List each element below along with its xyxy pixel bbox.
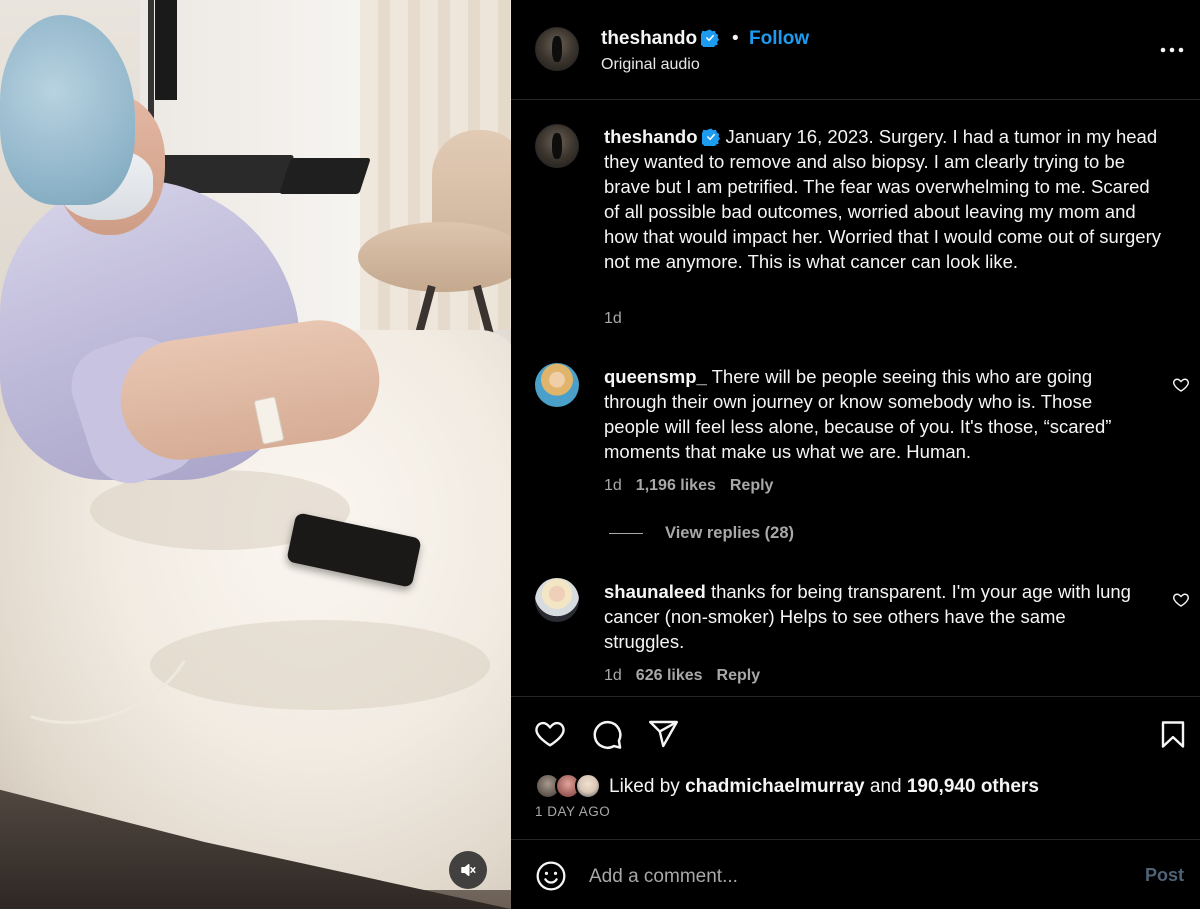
post-timestamp[interactable]: 1 DAY AGO	[535, 804, 610, 819]
commenter-username[interactable]: shaunaleed	[604, 581, 706, 602]
comment-likes[interactable]: 1,196 likes	[636, 477, 716, 494]
media-mouse-tray	[279, 158, 371, 194]
post-caption: theshando January 16, 2023. Surgery. I ha…	[511, 120, 1200, 340]
view-replies-button[interactable]: View replies (28)	[609, 524, 794, 543]
post-side-panel: theshando • Follow Original audio thesha…	[511, 0, 1200, 909]
caption-age[interactable]: 1d	[604, 310, 622, 327]
likes-prefix: Liked by	[609, 776, 680, 797]
save-icon[interactable]	[1157, 718, 1189, 751]
heart-icon[interactable]	[533, 718, 567, 750]
more-options-icon[interactable]	[1157, 40, 1187, 60]
commenter-avatar[interactable]	[535, 578, 579, 622]
likes-featured-user[interactable]: chadmichaelmurray	[685, 776, 865, 797]
caption-username[interactable]: theshando	[604, 126, 698, 147]
comment-body: queensmp_ There will be people seeing th…	[604, 364, 1149, 464]
media-surgical-cap	[0, 15, 135, 205]
post-header: theshando • Follow Original audio	[511, 0, 1200, 100]
audio-link[interactable]: Original audio	[601, 56, 700, 74]
reply-button[interactable]: Reply	[717, 667, 761, 684]
share-icon[interactable]	[647, 718, 680, 750]
follow-button[interactable]: Follow	[749, 28, 809, 50]
comment-age[interactable]: 1d	[604, 477, 622, 494]
caption-meta: 1d	[604, 310, 636, 328]
mute-icon	[461, 864, 476, 876]
media-bed-fold	[150, 620, 490, 710]
caption-body: theshando January 16, 2023. Surgery. I ha…	[604, 124, 1164, 274]
comment-input[interactable]	[589, 862, 1109, 892]
verified-badge-icon	[701, 128, 720, 146]
verified-badge-icon	[701, 29, 720, 47]
comment-item: queensmp_ There will be people seeing th…	[511, 360, 1200, 500]
author-username-text[interactable]: theshando	[601, 28, 697, 49]
commenter-avatar[interactable]	[535, 363, 579, 407]
commenter-username[interactable]: queensmp_	[604, 366, 707, 387]
author-avatar[interactable]	[535, 27, 579, 71]
likes-others-count[interactable]: 190,940 others	[907, 776, 1039, 797]
comment-icon[interactable]	[590, 718, 624, 751]
caption-text: January 16, 2023. Surgery. I had a tumor…	[604, 126, 1161, 272]
likes-summary: Liked by chadmichaelmurray and 190,940 o…	[609, 776, 1039, 798]
liker-avatar	[575, 773, 601, 799]
comment-composer: Post	[511, 839, 1200, 909]
reply-button[interactable]: Reply	[730, 477, 774, 494]
post-media[interactable]	[0, 0, 511, 909]
likes-connector: and	[869, 776, 902, 797]
comment-item: shaunaleed thanks for being transparent.…	[511, 575, 1200, 685]
comment-like-heart-icon[interactable]	[1172, 376, 1190, 394]
header-separator: •	[732, 28, 739, 49]
comment-body: shaunaleed thanks for being transparent.…	[604, 579, 1149, 654]
mute-button[interactable]	[449, 851, 487, 889]
comment-age[interactable]: 1d	[604, 667, 622, 684]
post-button[interactable]: Post	[1145, 865, 1184, 886]
comment-meta: 1d 1,196 likes Reply	[604, 477, 787, 495]
media-monitor	[155, 0, 177, 100]
comment-likes[interactable]: 626 likes	[636, 667, 703, 684]
post-actions: Liked by chadmichaelmurray and 190,940 o…	[511, 696, 1200, 839]
comment-like-heart-icon[interactable]	[1172, 591, 1190, 609]
comment-meta: 1d 626 likes Reply	[604, 667, 774, 685]
author-username[interactable]: theshando	[601, 28, 720, 50]
caption-author-avatar[interactable]	[535, 124, 579, 168]
emoji-icon[interactable]	[535, 860, 567, 892]
